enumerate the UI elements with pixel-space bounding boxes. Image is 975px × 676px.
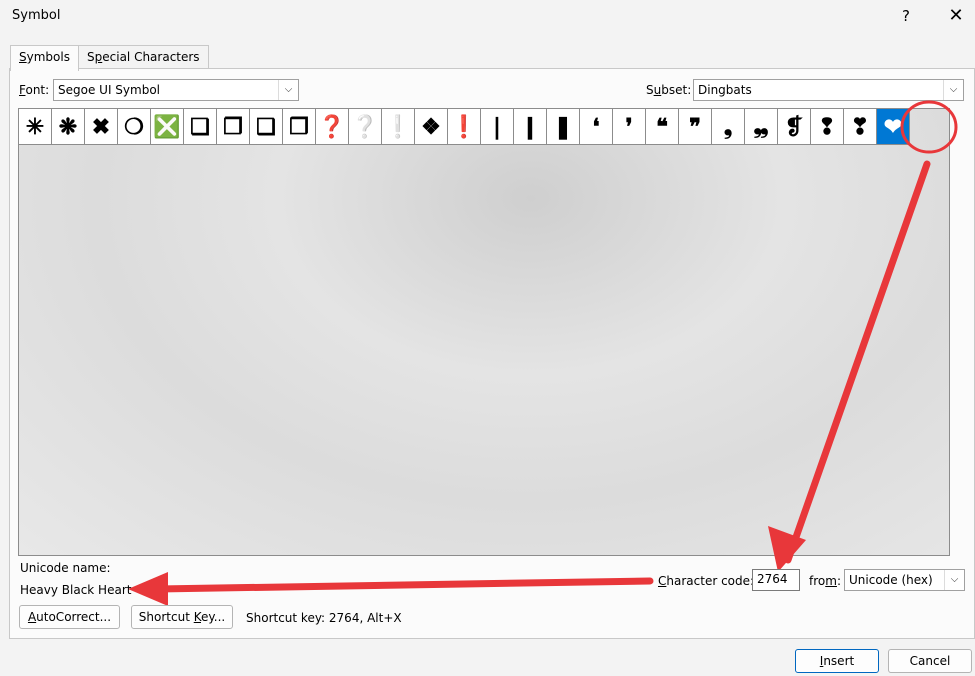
insert-button[interactable]: Insert xyxy=(795,649,879,673)
shortcut-key-text: Shortcut key: 2764, Alt+X xyxy=(246,611,402,625)
character-code-input[interactable]: 2764 xyxy=(752,569,800,591)
annotation-arrow-left xyxy=(154,577,654,593)
shortcut-key-button[interactable]: Shortcut Key... xyxy=(131,605,233,629)
cancel-button[interactable]: Cancel xyxy=(888,649,972,673)
unicode-name-label: Unicode name: xyxy=(20,561,111,575)
autocorrect-button[interactable]: AutoCorrect... xyxy=(19,605,120,629)
annotation-arrow-down xyxy=(784,160,931,564)
from-value: Unicode (hex) xyxy=(849,573,933,587)
annotation-circle xyxy=(900,100,958,154)
character-code-label: Character code: xyxy=(658,574,755,588)
from-dropdown[interactable]: Unicode (hex) ⌵ xyxy=(844,569,965,591)
chevron-down-icon: ⌵ xyxy=(944,570,964,590)
annotation-arrowhead-left xyxy=(128,572,168,606)
unicode-name-value: Heavy Black Heart xyxy=(20,583,132,597)
from-label: from: xyxy=(809,574,841,588)
tab-symbols[interactable]: Symbols xyxy=(10,45,79,71)
